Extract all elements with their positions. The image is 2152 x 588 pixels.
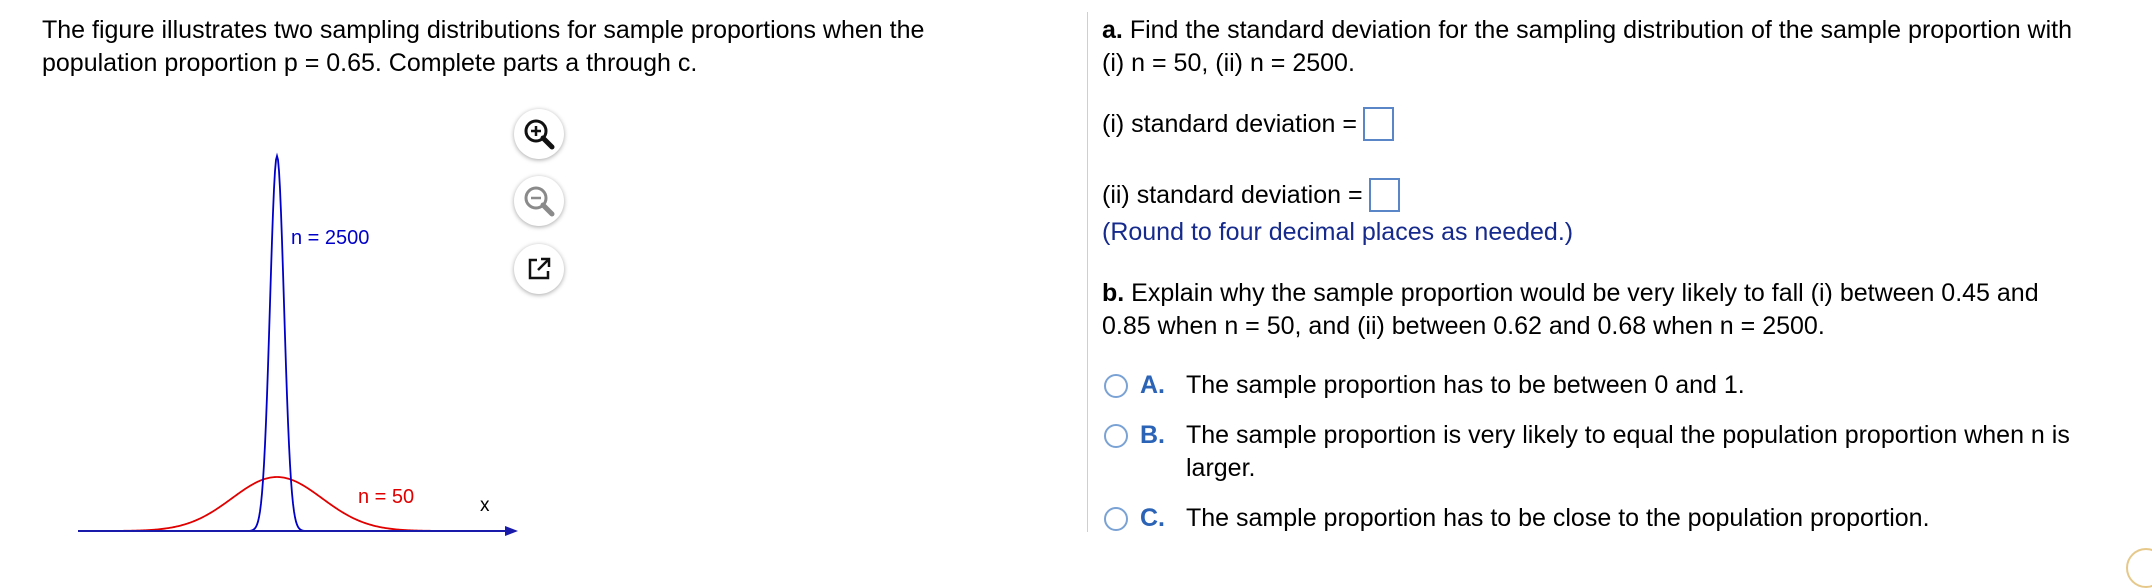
answer-ii-label: (ii) standard deviation = bbox=[1102, 180, 1363, 209]
option-b[interactable]: B. The sample proportion is very likely … bbox=[1104, 419, 2144, 485]
answer-ii-input[interactable] bbox=[1368, 178, 1400, 212]
open-external-icon bbox=[528, 257, 551, 280]
part-b-prompt-line-2: 0.85 when n = 50, and (ii) between 0.62 … bbox=[1102, 312, 1825, 340]
option-c-text: The sample proportion has to be close to… bbox=[1186, 504, 1930, 532]
pane-divider bbox=[1087, 12, 1088, 532]
help-icon[interactable] bbox=[2126, 548, 2152, 588]
option-b-radio[interactable] bbox=[1104, 424, 1128, 448]
part-a-prompt-line-1: a. Find the standard deviation for the s… bbox=[1102, 14, 2142, 47]
option-b-text-line-1: The sample proportion is very likely to … bbox=[1186, 421, 2070, 449]
question-parts-pane: a. Find the standard deviation for the s… bbox=[1102, 0, 2142, 564]
question-stem-pane: The figure illustrates two sampling dist… bbox=[0, 0, 1085, 564]
answer-i-label: (i) standard deviation = bbox=[1102, 109, 1358, 138]
option-c-radio[interactable] bbox=[1104, 507, 1128, 531]
option-b-text-line-2: larger. bbox=[1186, 454, 1256, 482]
part-b-prompt-line-1: b. Explain why the sample proportion wou… bbox=[1102, 277, 2142, 310]
label-n-50: n = 50 bbox=[358, 486, 415, 508]
part-b-text-1: Explain why the sample proportion would … bbox=[1131, 279, 2039, 307]
rounding-note: (Round to four decimal places as needed.… bbox=[1102, 218, 1574, 246]
intro-line-2: population proportion p = 0.65. Complete… bbox=[42, 49, 698, 77]
part-a-text-1: Find the standard deviation for the samp… bbox=[1129, 16, 2073, 44]
question-intro: The figure illustrates two sampling dist… bbox=[42, 14, 1042, 80]
part-a-prompt: a. Find the standard deviation for the s… bbox=[1102, 14, 2142, 80]
option-b-text: The sample proportion is very likely to … bbox=[1186, 419, 2144, 485]
distribution-plot bbox=[78, 152, 518, 536]
option-c[interactable]: C. The sample proportion has to be close… bbox=[1104, 502, 2144, 535]
option-a-radio[interactable] bbox=[1104, 374, 1128, 398]
zoom-in-icon bbox=[524, 119, 555, 150]
curve-n-2500 bbox=[210, 152, 345, 532]
zoom-in-button[interactable] bbox=[514, 109, 564, 159]
part-a-prompt-line-2: (i) n = 50, (ii) n = 2500. bbox=[1102, 49, 1355, 77]
zoom-out-icon bbox=[524, 186, 555, 217]
option-a[interactable]: A. The sample proportion has to be betwe… bbox=[1104, 369, 2144, 402]
option-c-letter: C. bbox=[1140, 504, 1165, 532]
label-n-2500: n = 2500 bbox=[291, 227, 370, 249]
option-b-letter: B. bbox=[1140, 421, 1165, 449]
answer-i-row: (i) standard deviation = bbox=[1102, 107, 1395, 141]
part-a-prefix: a. bbox=[1102, 16, 1123, 44]
option-a-text: The sample proportion has to be between … bbox=[1186, 371, 1745, 399]
open-external-button[interactable] bbox=[514, 244, 564, 294]
sampling-distribution-figure: n = 2500 n = 50 x bbox=[60, 140, 530, 540]
intro-line-1: The figure illustrates two sampling dist… bbox=[42, 16, 925, 44]
x-axis-arrow bbox=[505, 526, 518, 536]
part-b-prompt: b. Explain why the sample proportion wou… bbox=[1102, 277, 2142, 343]
option-a-letter: A. bbox=[1140, 371, 1165, 399]
answer-i-input[interactable] bbox=[1363, 107, 1395, 141]
x-axis-label: x bbox=[480, 495, 490, 516]
part-b-prefix: b. bbox=[1102, 279, 1125, 307]
zoom-out-button[interactable] bbox=[514, 176, 564, 226]
curve-n-50 bbox=[78, 476, 500, 532]
answer-ii-row: (ii) standard deviation = bbox=[1102, 178, 1400, 212]
